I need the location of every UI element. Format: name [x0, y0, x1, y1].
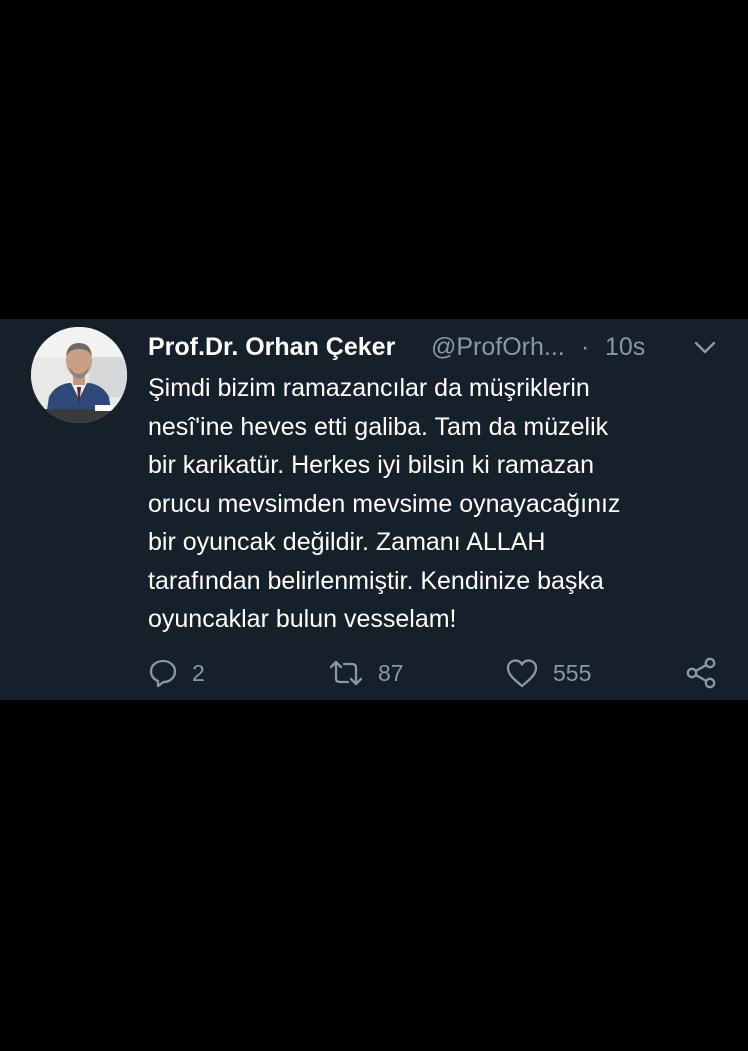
- tweet-text-line: tarafından belirlenmiştir. Kendinize baş…: [148, 566, 604, 595]
- retweet-count: 87: [378, 659, 404, 686]
- like-button[interactable]: 555: [505, 655, 591, 691]
- tweet-text-line: Şimdi bizim ramazancılar da müşriklerin: [148, 374, 590, 402]
- tweet-text-line: bir oyuncak değildir. Zamanı ALLAH: [148, 528, 546, 556]
- display-name[interactable]: Prof.Dr. Orhan Çeker: [148, 333, 395, 362]
- chevron-down-icon[interactable]: [694, 341, 716, 355]
- share-icon: [684, 656, 718, 690]
- reply-count: 2: [192, 659, 205, 686]
- tweet-text-line: orucu mevsimden mevsime oynayacağınız: [148, 489, 621, 518]
- tweet-header: Prof.Dr. Orhan Çeker @ProfOrh... · 10s: [148, 327, 748, 367]
- tweet-text-line: oyuncaklar bulun vesselam!: [148, 605, 457, 633]
- avatar[interactable]: [31, 327, 127, 423]
- user-handle[interactable]: @ProfOrh...: [431, 333, 565, 362]
- timestamp[interactable]: 10s: [605, 333, 645, 362]
- tweet-card[interactable]: Prof.Dr. Orhan Çeker @ProfOrh... · 10s Ş…: [0, 319, 748, 700]
- separator-dot: ·: [581, 333, 590, 361]
- heart-icon: [505, 658, 539, 688]
- tweet-text: Şimdi bizim ramazancılar da müşriklerin …: [148, 369, 718, 639]
- reply-button[interactable]: 2: [148, 655, 205, 691]
- reply-icon: [148, 658, 178, 688]
- tweet-text-line: nesî'ine heves etti galiba. Tam da müzel…: [148, 412, 609, 441]
- retweet-button[interactable]: 87: [328, 655, 404, 691]
- like-count: 555: [553, 659, 592, 686]
- retweet-icon: [328, 658, 364, 688]
- tweet-text-line: bir karikatür. Herkes iyi bilsin ki rama…: [148, 451, 594, 479]
- share-button[interactable]: [684, 655, 718, 691]
- tweet-actions: 2 87 555: [148, 655, 728, 695]
